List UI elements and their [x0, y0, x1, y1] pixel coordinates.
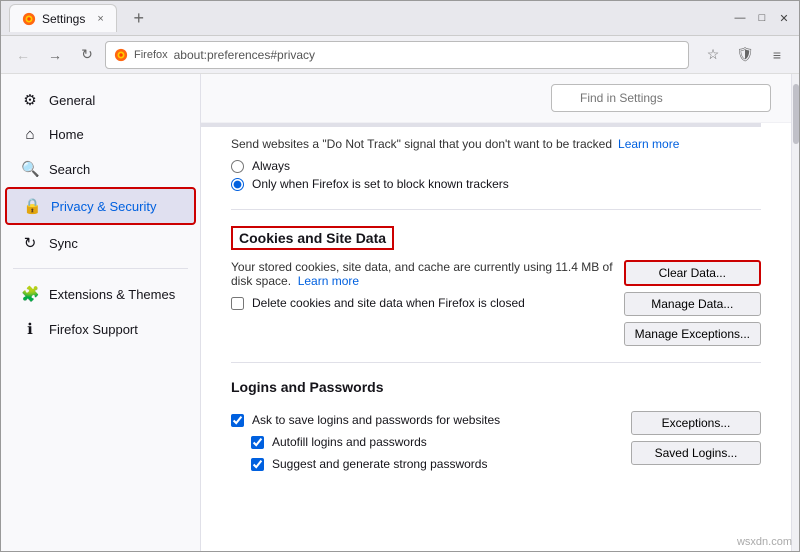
main-layout: ⚙ General ⌂ Home 🔍 Search 🔒 Privacy & Se… [1, 74, 799, 551]
sidebar-item-general[interactable]: ⚙ General [5, 83, 196, 117]
sidebar: ⚙ General ⌂ Home 🔍 Search 🔒 Privacy & Se… [1, 74, 201, 551]
autofill-logins-checkbox[interactable] [251, 436, 264, 449]
autofill-logins-label: Autofill logins and passwords [272, 435, 427, 449]
dnt-block-label: Only when Firefox is set to block known … [252, 177, 509, 191]
suggest-passwords-checkbox[interactable] [251, 458, 264, 471]
logins-section: Logins and Passwords Ask to save logins … [201, 367, 791, 489]
title-bar: Settings × + — □ ✕ [1, 1, 799, 36]
search-icon: 🔍 [21, 160, 39, 178]
window-controls: — □ ✕ [733, 11, 791, 25]
sidebar-label-support: Firefox Support [49, 322, 138, 337]
cookies-desc-text: Your stored cookies, site data, and cach… [231, 260, 613, 288]
sidebar-item-home[interactable]: ⌂ Home [5, 118, 196, 151]
saved-logins-button[interactable]: Saved Logins... [631, 441, 761, 465]
exceptions-button[interactable]: Exceptions... [631, 411, 761, 435]
dnt-section: Send websites a "Do Not Track" signal th… [201, 127, 791, 205]
dnt-always-label: Always [252, 159, 290, 173]
sidebar-item-extensions[interactable]: 🧩 Extensions & Themes [5, 277, 196, 311]
sidebar-divider [13, 268, 188, 269]
find-settings-input[interactable] [551, 84, 771, 112]
cookies-section: Cookies and Site Data Your stored cookie… [201, 214, 791, 358]
cookies-title: Cookies and Site Data [231, 226, 394, 250]
browser-tab[interactable]: Settings × [9, 4, 117, 32]
back-button[interactable]: ← [9, 41, 37, 69]
tab-close-button[interactable]: × [97, 13, 103, 25]
sync-icon: ↻ [21, 234, 39, 252]
sidebar-label-extensions: Extensions & Themes [49, 287, 175, 302]
sidebar-label-home: Home [49, 127, 84, 142]
home-icon: ⌂ [21, 126, 39, 143]
url-display: about:preferences#privacy [174, 48, 315, 62]
find-input-wrapper: 🔍 [551, 84, 771, 112]
browser-label: Firefox [134, 49, 168, 61]
logins-buttons: Exceptions... Saved Logins... [631, 411, 761, 465]
support-icon: ℹ [21, 320, 39, 338]
dnt-text: Send websites a "Do Not Track" signal th… [231, 137, 612, 151]
scrollbar-thumb[interactable] [793, 84, 799, 144]
ask-save-logins-checkbox[interactable] [231, 414, 244, 427]
sidebar-item-search[interactable]: 🔍 Search [5, 152, 196, 186]
cookies-buttons: Clear Data... Manage Data... Manage Exce… [624, 260, 761, 346]
dnt-always-option: Always [231, 159, 761, 173]
logins-text-1: Ask to save logins and passwords for web… [231, 405, 621, 471]
scrollbar[interactable] [791, 74, 799, 551]
nav-right-buttons: ☆ 🛡 ≡ [699, 41, 791, 69]
logins-row-1: Ask to save logins and passwords for web… [231, 405, 761, 471]
new-tab-button[interactable]: + [125, 4, 153, 32]
clear-data-button[interactable]: Clear Data... [624, 260, 761, 286]
browser-window: Settings × + — □ ✕ ← → ↻ Firefox about:p… [0, 0, 800, 552]
sidebar-label-general: General [49, 93, 95, 108]
firefox-icon-small [114, 48, 128, 62]
minimize-button[interactable]: — [733, 11, 747, 25]
address-bar[interactable]: Firefox about:preferences#privacy [105, 41, 689, 69]
delete-cookies-label: Delete cookies and site data when Firefo… [252, 296, 525, 310]
logins-checkbox-2: Autofill logins and passwords [251, 435, 621, 449]
nav-bar: ← → ↻ Firefox about:preferences#privacy … [1, 36, 799, 74]
manage-data-button[interactable]: Manage Data... [624, 292, 761, 316]
maximize-button[interactable]: □ [755, 11, 769, 25]
sidebar-item-privacy[interactable]: 🔒 Privacy & Security [5, 187, 196, 225]
section-divider-1 [231, 209, 761, 210]
general-icon: ⚙ [21, 91, 39, 109]
sidebar-label-sync: Sync [49, 236, 78, 251]
sidebar-label-privacy: Privacy & Security [51, 199, 156, 214]
dnt-always-radio[interactable] [231, 160, 244, 173]
bookmark-button[interactable]: ☆ [699, 41, 727, 69]
dnt-description: Send websites a "Do Not Track" signal th… [231, 137, 761, 151]
cookies-text: Your stored cookies, site data, and cach… [231, 260, 614, 310]
logins-checkbox-1: Ask to save logins and passwords for web… [231, 413, 621, 427]
manage-exceptions-button[interactable]: Manage Exceptions... [624, 322, 761, 346]
close-window-button[interactable]: ✕ [777, 11, 791, 25]
dnt-block-option: Only when Firefox is set to block known … [231, 177, 761, 191]
menu-button[interactable]: ≡ [763, 41, 791, 69]
section-divider-2 [231, 362, 761, 363]
find-bar: 🔍 [201, 74, 791, 123]
cookies-checkbox-row: Delete cookies and site data when Firefo… [231, 296, 614, 310]
refresh-button[interactable]: ↻ [73, 41, 101, 69]
dnt-block-radio[interactable] [231, 178, 244, 191]
sidebar-item-support[interactable]: ℹ Firefox Support [5, 312, 196, 346]
suggest-passwords-label: Suggest and generate strong passwords [272, 457, 487, 471]
cookies-row: Your stored cookies, site data, and cach… [231, 260, 761, 346]
content-area: 🔍 Send websites a "Do Not Track" signal … [201, 74, 791, 551]
delete-cookies-checkbox[interactable] [231, 297, 244, 310]
shield-button[interactable]: 🛡 [731, 41, 759, 69]
cookies-description: Your stored cookies, site data, and cach… [231, 260, 614, 288]
logins-title: Logins and Passwords [231, 379, 761, 395]
lock-icon: 🔒 [23, 197, 41, 215]
forward-button[interactable]: → [41, 41, 69, 69]
dnt-learn-more-link[interactable]: Learn more [618, 137, 679, 151]
logins-checkbox-3: Suggest and generate strong passwords [251, 457, 621, 471]
watermark: wsxdn.com [737, 536, 792, 548]
cookies-learn-more-link[interactable]: Learn more [298, 274, 359, 288]
ask-save-logins-label: Ask to save logins and passwords for web… [252, 413, 500, 427]
extensions-icon: 🧩 [21, 285, 39, 303]
firefox-favicon [22, 12, 36, 26]
sidebar-label-search: Search [49, 162, 90, 177]
tab-title: Settings [42, 12, 85, 26]
sidebar-item-sync[interactable]: ↻ Sync [5, 226, 196, 260]
